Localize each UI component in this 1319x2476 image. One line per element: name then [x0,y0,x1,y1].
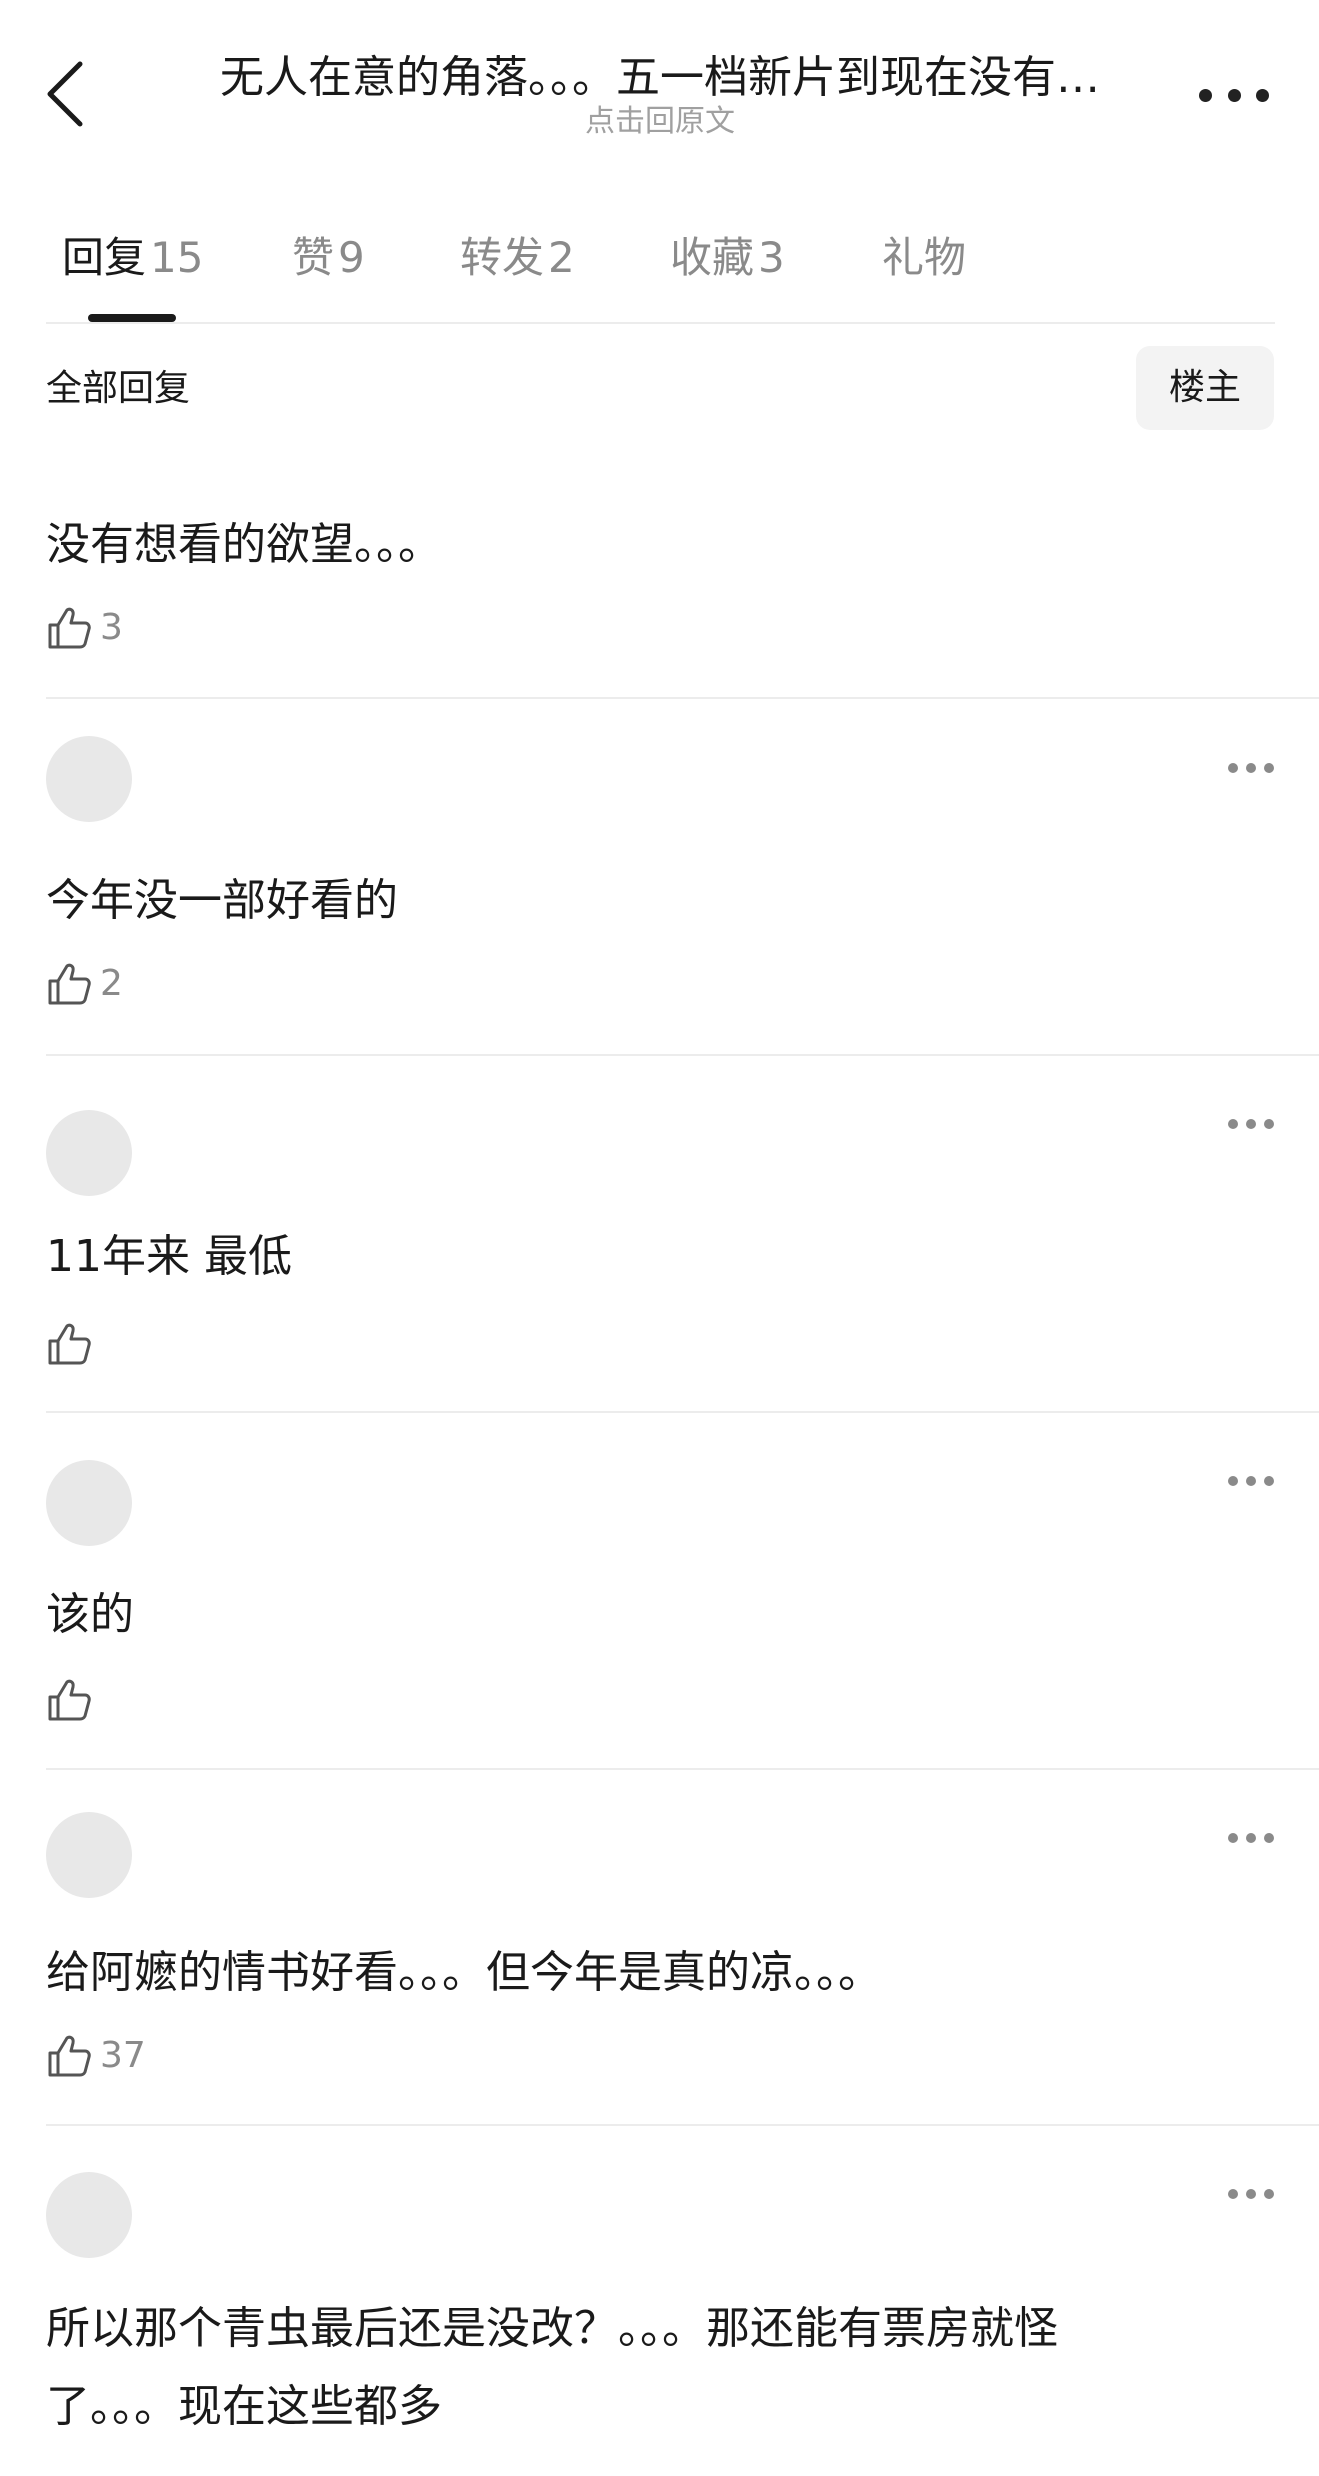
thumbs-up-icon [48,607,91,649]
reply-divider [46,697,1319,699]
avatar[interactable] [46,1812,132,1898]
reply-more-button[interactable] [1228,758,1274,778]
like-button[interactable]: 3 [46,600,123,656]
more-horizontal-icon [1228,1833,1238,1843]
like-count: 2 [100,963,123,1004]
tab-replies[interactable]: 回复15 [62,228,203,288]
reply-divider [46,1054,1319,1056]
like-button[interactable]: 2 [46,956,123,1012]
post-title[interactable]: 无人在意的角落。。。五一档新片到现在没有… [170,48,1150,108]
reply-filter-bar: 全部回复 楼主 [0,324,1319,454]
tab-likes[interactable]: 赞9 [292,228,365,288]
reply-more-button[interactable] [1228,1114,1274,1134]
like-button[interactable] [46,1672,100,1728]
reply-divider [46,1411,1319,1413]
more-horizontal-icon [1228,1476,1238,1486]
avatar[interactable] [46,2172,132,2258]
reply-text: 所以那个青虫最后还是没改？。。。那还能有票房就怪了。。。现在这些都多 [46,2303,1058,2432]
all-replies-label: 全部回复 [46,368,191,409]
reply-text: 今年没一部好看的 [46,875,398,926]
chevron-left-icon [47,61,83,127]
avatar[interactable] [46,736,132,822]
thumbs-up-icon [48,1323,91,1365]
avatar[interactable] [46,1460,132,1546]
back-button[interactable] [40,58,100,130]
avatar[interactable] [46,1110,132,1196]
tab-favorites[interactable]: 收藏3 [670,228,785,288]
reply-divider [46,2124,1319,2126]
more-horizontal-icon [1199,88,1212,102]
reply-text: 给阿嬷的情书好看。。。但今年是真的凉。。。 [46,1947,882,1998]
like-button[interactable] [46,1316,100,1372]
reply-text: 11年来 最低 [46,1231,292,1282]
reply-divider [46,1768,1319,1770]
like-count: 3 [100,607,123,648]
thumbs-up-icon [48,1679,91,1721]
reply-more-button[interactable] [1228,1471,1274,1491]
tab-bar: 回复15 赞9 转发2 收藏3 礼物 [0,200,1319,324]
reply-text: 没有想看的欲望。。。 [46,519,442,570]
thumbs-up-icon [48,2035,91,2077]
owner-only-button[interactable]: 楼主 [1136,346,1274,430]
reply-more-button[interactable] [1228,2184,1274,2204]
like-count: 37 [100,2035,146,2076]
active-tab-indicator [88,314,176,322]
reply-text: 该的 [46,1589,134,1640]
more-options-button[interactable] [1199,80,1269,110]
more-horizontal-icon [1228,1119,1238,1129]
tab-reposts[interactable]: 转发2 [460,228,575,288]
tab-gifts[interactable]: 礼物 [882,228,970,288]
reply-more-button[interactable] [1228,1828,1274,1848]
view-original-link[interactable]: 点击回原文 [170,102,1150,142]
more-horizontal-icon [1228,763,1238,773]
thumbs-up-icon [48,963,91,1005]
top-nav-bar: 无人在意的角落。。。五一档新片到现在没有… 点击回原文 [0,0,1319,200]
like-button[interactable]: 37 [46,2028,146,2084]
more-horizontal-icon [1228,2189,1238,2199]
